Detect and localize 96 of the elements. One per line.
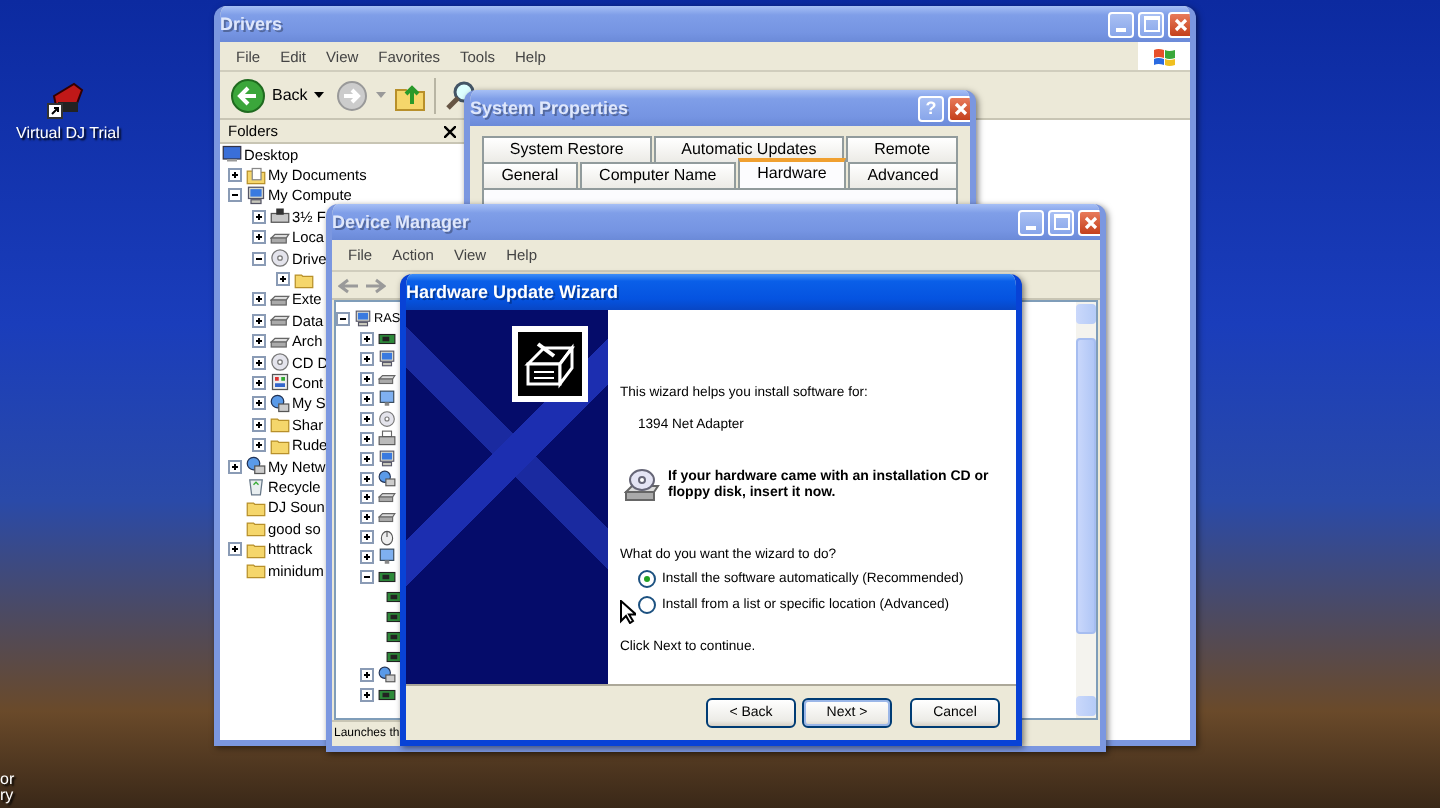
- expand-toggle[interactable]: [252, 417, 266, 432]
- tab[interactable]: Advanced: [848, 162, 958, 188]
- cd-drive-icon: [624, 468, 660, 504]
- expand-toggle[interactable]: [360, 372, 374, 387]
- expand-toggle[interactable]: [252, 209, 266, 224]
- expand-toggle[interactable]: [228, 168, 242, 183]
- close-icon: [954, 101, 968, 115]
- card-icon: [378, 330, 396, 349]
- floppy-drive-icon: [270, 206, 290, 227]
- expand-toggle[interactable]: [360, 352, 374, 367]
- tab[interactable]: System Restore: [482, 136, 652, 162]
- close-icon: [1174, 17, 1188, 31]
- flag-logo-icon: [1152, 46, 1176, 66]
- expand-toggle[interactable]: [360, 431, 374, 446]
- folder-icon: [246, 560, 266, 580]
- window-title: Hardware Update Wizard: [406, 282, 620, 302]
- vertical-scrollbar[interactable]: [1076, 302, 1096, 718]
- folder-icon: [246, 497, 266, 518]
- tab[interactable]: Automatic Updates: [653, 136, 845, 162]
- hard-drive-icon: [270, 310, 290, 331]
- close-button[interactable]: [948, 95, 970, 121]
- hardware-icon: [518, 332, 582, 396]
- network-icon: [378, 666, 396, 685]
- expand-toggle[interactable]: [360, 490, 374, 505]
- tab[interactable]: Hardware: [737, 158, 847, 188]
- network-icon: [246, 456, 266, 477]
- collapse-toggle[interactable]: [336, 312, 350, 327]
- expand-toggle[interactable]: [360, 332, 374, 347]
- computer-icon: [354, 310, 372, 329]
- cd-drive-icon: [270, 248, 290, 269]
- recycle-bin-icon: [246, 476, 266, 497]
- back-button[interactable]: Back: [226, 75, 328, 115]
- expand-toggle[interactable]: [360, 510, 374, 525]
- network-icon: [378, 469, 396, 488]
- close-icon[interactable]: [444, 125, 456, 137]
- printer-icon: [378, 429, 396, 448]
- mouse-icon: [378, 528, 396, 547]
- desktop-icon-label[interactable]: or: [0, 772, 15, 788]
- expand-toggle[interactable]: [228, 459, 242, 474]
- expand-toggle[interactable]: [360, 668, 374, 683]
- expand-toggle[interactable]: [360, 688, 374, 703]
- expand-toggle[interactable]: [360, 530, 374, 545]
- folder-icon: [246, 539, 266, 560]
- folder-icon: [270, 414, 290, 435]
- cd-drive-icon: [378, 409, 396, 428]
- expand-toggle[interactable]: [252, 313, 266, 328]
- window-title: System Properties: [470, 98, 631, 118]
- network-icon: [270, 393, 290, 414]
- collapse-toggle[interactable]: [360, 570, 374, 585]
- collapse-toggle[interactable]: [252, 251, 266, 266]
- tab[interactable]: Remote: [846, 136, 958, 162]
- computer-icon: [378, 449, 396, 468]
- tab[interactable]: General: [482, 162, 578, 188]
- expand-toggle[interactable]: [360, 411, 374, 426]
- hard-drive-icon: [378, 488, 396, 507]
- control-panel-icon: [270, 372, 290, 393]
- caret-icon: [375, 92, 386, 98]
- expand-toggle[interactable]: [276, 272, 290, 287]
- desktop-icon-label[interactable]: ry: [0, 788, 15, 804]
- folder-icon: [294, 269, 314, 290]
- radio-button[interactable]: [638, 570, 656, 588]
- expand-toggle[interactable]: [360, 471, 374, 486]
- close-button[interactable]: [1168, 11, 1190, 37]
- expand-toggle[interactable]: [252, 396, 266, 411]
- radio-button[interactable]: [638, 596, 656, 614]
- documents-folder-icon: [246, 165, 266, 186]
- window-title: Device Manager: [332, 212, 472, 232]
- desktop-icon-label[interactable]: Virtual DJ Trial: [16, 124, 120, 142]
- expand-toggle[interactable]: [360, 550, 374, 565]
- pointer-cursor-icon: [620, 600, 636, 624]
- close-icon: [1084, 215, 1098, 229]
- expand-toggle[interactable]: [252, 334, 266, 349]
- close-button[interactable]: [1078, 209, 1100, 235]
- expand-toggle[interactable]: [252, 438, 266, 453]
- expand-toggle[interactable]: [360, 451, 374, 466]
- hard-drive-icon: [378, 508, 396, 527]
- monitor-icon: [378, 548, 396, 567]
- collapse-toggle[interactable]: [228, 188, 242, 203]
- monitor-icon: [378, 390, 396, 408]
- expand-toggle[interactable]: [228, 542, 242, 557]
- expand-toggle[interactable]: [252, 375, 266, 390]
- card-icon: [378, 686, 396, 705]
- expand-toggle[interactable]: [252, 355, 266, 370]
- folder-icon: [246, 518, 266, 539]
- computer-icon: [378, 350, 396, 369]
- window-title: Drivers: [220, 14, 285, 34]
- expand-toggle[interactable]: [252, 292, 266, 307]
- computer-icon: [246, 185, 266, 206]
- hard-drive-icon: [378, 370, 396, 389]
- folder-icon: [270, 435, 290, 456]
- expand-toggle[interactable]: [360, 392, 374, 406]
- expand-toggle[interactable]: [252, 230, 266, 245]
- desktop-icon: [222, 144, 242, 165]
- tab[interactable]: Computer Name: [579, 162, 736, 188]
- caret-icon: [313, 92, 324, 98]
- cd-drive-icon: [270, 352, 290, 373]
